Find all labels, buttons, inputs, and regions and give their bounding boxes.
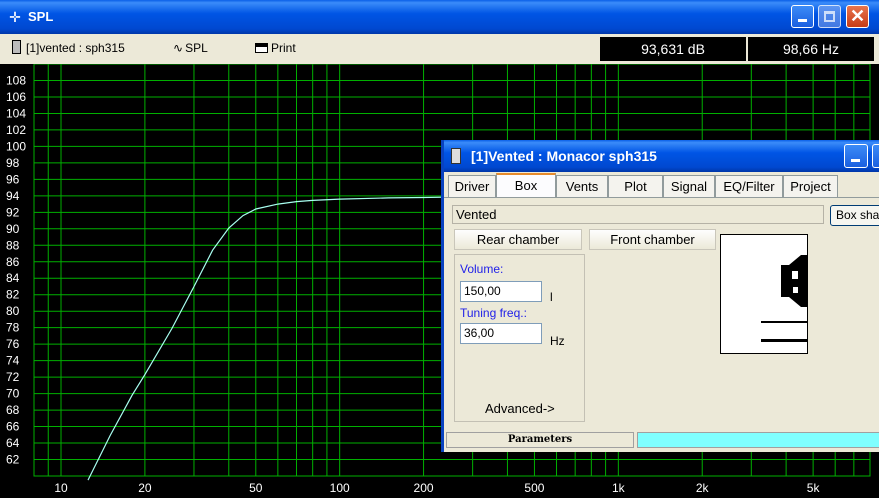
status-parameters: Parameters <box>446 432 634 448</box>
tab-eq-filter[interactable]: EQ/Filter <box>715 175 783 197</box>
y-tick-label: 76 <box>6 337 20 351</box>
chamber-parameters-group: Volume: 150,00 l Tuning freq.: 36,00 Hz … <box>454 254 585 422</box>
tab-vents[interactable]: Vents <box>556 175 608 197</box>
y-tick-label: 106 <box>6 90 26 104</box>
spl-readout: 93,631 dB <box>600 37 746 61</box>
y-tick-label: 82 <box>6 288 20 302</box>
print-label: Print <box>271 41 296 55</box>
close-button[interactable]: ✕ <box>846 5 869 28</box>
x-tick-label: 20 <box>138 481 152 495</box>
dialog-maximize-button[interactable] <box>872 144 879 168</box>
advanced-link[interactable]: Advanced-> <box>485 401 555 416</box>
y-tick-label: 78 <box>6 321 20 335</box>
y-tick-label: 66 <box>6 420 20 434</box>
y-tick-label: 72 <box>6 370 20 384</box>
status-progress <box>637 432 879 448</box>
y-tick-label: 62 <box>6 453 20 467</box>
y-tick-label: 98 <box>6 156 20 170</box>
tab-driver[interactable]: Driver <box>448 175 496 197</box>
y-tick-label: 80 <box>6 304 20 318</box>
y-tick-label: 90 <box>6 222 20 236</box>
x-tick-label: 200 <box>414 481 434 495</box>
box-preview-svg <box>761 255 807 342</box>
y-tick-label: 108 <box>6 73 26 87</box>
toolbar: [1]vented : sph315 ∿ SPL Print 93,631 dB … <box>0 34 879 83</box>
volume-input[interactable]: 150,00 <box>460 281 542 302</box>
box-preview-image <box>720 234 808 354</box>
y-tick-label: 92 <box>6 205 20 219</box>
document-icon <box>451 148 461 164</box>
window-title: SPL <box>28 9 54 24</box>
x-tick-label: 5k <box>807 481 821 495</box>
enclosure-dialog: [1]Vented : Monacor sph315 Driver Box Ve… <box>441 140 879 452</box>
y-tick-label: 88 <box>6 238 20 252</box>
x-tick-label: 1k <box>612 481 626 495</box>
y-tick-label: 74 <box>6 354 20 368</box>
dialog-title: [1]Vented : Monacor sph315 <box>471 148 657 164</box>
document-icon <box>12 40 21 54</box>
dialog-status-bar: Parameters <box>444 432 879 449</box>
y-tick-label: 64 <box>6 436 20 450</box>
view-dropdown-label: SPL <box>185 41 208 55</box>
y-tick-label: 84 <box>6 271 20 285</box>
maximize-button[interactable] <box>818 5 841 28</box>
printer-icon <box>255 43 268 53</box>
rear-chamber-button[interactable]: Rear chamber <box>454 229 582 250</box>
tuning-freq-unit: Hz <box>550 334 565 348</box>
y-tick-label: 102 <box>6 123 26 137</box>
tab-project[interactable]: Project <box>783 175 838 197</box>
y-tick-label: 96 <box>6 172 20 186</box>
x-tick-label: 50 <box>249 481 263 495</box>
dialog-minimize-button[interactable] <box>844 144 868 168</box>
x-tick-label: 2k <box>696 481 710 495</box>
x-tick-label: 100 <box>330 481 350 495</box>
dialog-title-bar[interactable]: [1]Vented : Monacor sph315 <box>444 140 879 172</box>
tab-panel-border <box>444 197 879 198</box>
volume-label: Volume: <box>460 262 504 276</box>
x-tick-label: 500 <box>524 481 544 495</box>
y-tick-label: 86 <box>6 255 20 269</box>
box-shape-button[interactable]: Box shape <box>830 205 879 226</box>
minimize-button[interactable] <box>791 5 814 28</box>
waveform-icon: ∿ <box>173 41 184 55</box>
tuning-freq-input[interactable]: 36,00 <box>460 323 542 344</box>
window-title-bar[interactable]: ✛ SPL ✕ <box>0 0 879 34</box>
front-chamber-button[interactable]: Front chamber <box>589 229 716 250</box>
volume-unit: l <box>550 290 553 304</box>
x-tick-label: 10 <box>54 481 68 495</box>
tab-plot[interactable]: Plot <box>608 175 663 197</box>
y-tick-label: 68 <box>6 403 20 417</box>
project-dropdown[interactable]: [1]vented : sph315 <box>12 38 125 58</box>
crosshair-icon: ✛ <box>9 9 21 25</box>
tuning-freq-label: Tuning freq.: <box>460 306 527 320</box>
tab-signal[interactable]: Signal <box>663 175 715 197</box>
tab-box[interactable]: Box <box>496 173 556 198</box>
print-button[interactable]: Print <box>255 38 296 58</box>
y-tick-label: 100 <box>6 139 26 153</box>
frequency-readout: 98,66 Hz <box>748 37 874 61</box>
y-tick-label: 70 <box>6 387 20 401</box>
project-dropdown-label: [1]vented : sph315 <box>26 41 125 55</box>
y-tick-label: 104 <box>6 106 26 120</box>
box-type-field[interactable]: Vented <box>452 205 824 224</box>
view-dropdown[interactable]: ∿ SPL <box>173 38 208 58</box>
y-tick-label: 94 <box>6 189 20 203</box>
